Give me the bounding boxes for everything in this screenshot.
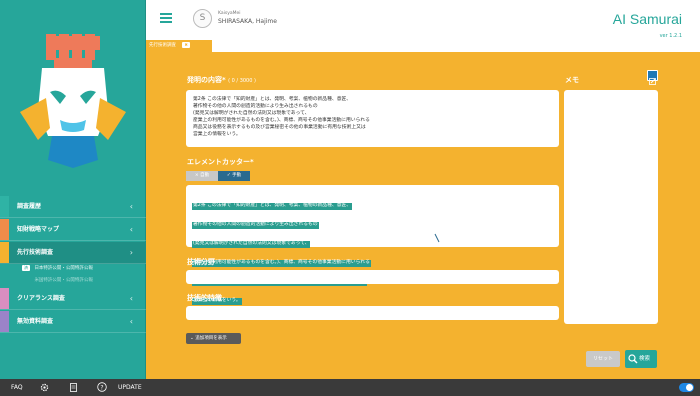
svg-text:?: ?	[100, 384, 103, 391]
tech-field-input[interactable]	[186, 270, 559, 284]
nav-color-strip	[0, 196, 9, 217]
search-icon	[628, 354, 638, 364]
invention-line: 著作物その他の人間の創造的活動により生み出されるもの	[193, 104, 318, 109]
chevron-left-icon: ‹	[129, 294, 133, 303]
chevron-left-icon: ‹	[129, 202, 133, 211]
highlighted-element[interactable]: (発見又は解明がされた自然の法則又は現象であって、	[192, 241, 311, 248]
sidebar-item-label: 調査履歴	[17, 203, 42, 210]
tab-label: 先行技術調査	[149, 43, 176, 48]
status-badge: 済	[22, 264, 30, 271]
memo-textarea[interactable]	[564, 90, 658, 324]
header: S KaisyaMei SHIRASAKA, Hajime AI Samurai…	[146, 0, 700, 40]
invention-label-text: 発明の内容*	[187, 76, 226, 84]
chevron-left-icon: ‹	[129, 225, 133, 234]
sidebar-item-clearance-search[interactable]: クリアランス調査 ‹	[0, 288, 146, 310]
app-version: ver 1.2.1	[659, 33, 682, 39]
highlighted-element[interactable]: 第2条 この法律で「知的財産」とは、発明、考案、植物の新品種、意匠、	[192, 203, 353, 210]
help-icon[interactable]: ?	[97, 379, 107, 396]
element-cutter-label: エレメントカッター*	[187, 158, 254, 166]
sidebar-item-label: クリアランス調査	[17, 295, 65, 302]
gear-icon[interactable]	[40, 379, 49, 396]
sidebar: 調査履歴 ‹ 知財戦略マップ ‹ 先行技術調査 › 済 日本特許公開・公開特許公…	[0, 0, 146, 379]
tab-prior-art-search[interactable]: 先行技術調査 ✖	[146, 40, 212, 52]
toggle-knob	[686, 384, 693, 391]
sub-item-us-patent[interactable]: 米国特許公開・公開特許公報	[0, 274, 146, 287]
cursor-icon	[434, 233, 440, 243]
sidebar-item-label: 無効資料調査	[17, 318, 54, 325]
tech-feature-input[interactable]	[186, 306, 559, 320]
chevron-left-icon: ‹	[129, 317, 133, 326]
invention-line: 産業上の利用可能性があるものを含む。)、商標、商号その他事業活動に用いられる	[193, 118, 370, 123]
memo-label: メモ	[565, 76, 579, 84]
invention-content-label: 発明の内容* ( 0 / 3000 )	[187, 75, 256, 85]
char-counter: ( 0 / 3000 )	[228, 78, 256, 84]
tech-feature-label: 技術的特徴	[187, 294, 222, 302]
invention-line: 営業上の情報をいう。	[193, 132, 241, 137]
document-icon[interactable]	[70, 379, 77, 396]
app-title: AI Samurai	[612, 11, 682, 27]
sub-item-label: 日本特許公開・公開特許公報	[34, 266, 93, 271]
tech-field-label: 技術分野	[187, 258, 215, 266]
manual-mode-button[interactable]: ✓ 手動	[218, 171, 250, 181]
edit-memo-icon[interactable]	[647, 70, 658, 85]
search-button-label: 検索	[639, 356, 651, 362]
faq-link[interactable]: FAQ	[11, 379, 23, 396]
invention-line: 第2条 この法律で「知的財産」とは、発明、考案、植物の新品種、意匠、	[193, 97, 352, 102]
sidebar-item-ip-strategy-map[interactable]: 知財戦略マップ ‹	[0, 219, 146, 241]
sidebar-item-invalidation-search[interactable]: 無効資料調査 ‹	[0, 311, 146, 333]
invention-line: 商品又は役務を表示するもの及び営業秘密その他の事業活動に有用な技術上又は	[193, 125, 366, 130]
sidebar-item-search-history[interactable]: 調査履歴 ‹	[0, 196, 146, 218]
nav-color-strip	[0, 288, 9, 309]
highlighted-element[interactable]: 著作物その他の人間の創造的活動により生み出されるもの	[192, 222, 319, 229]
close-icon[interactable]: ✖	[182, 41, 190, 48]
samurai-logo-icon	[20, 34, 126, 168]
search-button[interactable]: 検索	[625, 350, 657, 368]
invention-line: (発見又は解明がされた自然の法則又は現象であって、	[193, 111, 310, 116]
highlighted-element[interactable]: 産業上の利用可能性があるものを含む。)、商標、商号その他事業活動に用いられる	[192, 260, 371, 267]
hamburger-menu-icon[interactable]	[160, 13, 172, 23]
avatar[interactable]: S	[193, 9, 212, 28]
nav-color-strip	[0, 311, 9, 332]
user-organization: KaisyaMei	[218, 11, 241, 16]
nav-color-strip	[0, 219, 9, 240]
chevron-right-icon: ›	[129, 248, 133, 257]
invention-content-textarea[interactable]: 第2条 この法律で「知的財産」とは、発明、考案、植物の新品種、意匠、 著作物その…	[186, 90, 559, 147]
show-more-fields-button[interactable]: ⌄ 追加項目を表示	[186, 333, 241, 344]
tab-bar: 先行技術調査 ✖	[146, 40, 700, 52]
toggle-switch[interactable]	[679, 383, 694, 392]
samurai-logo	[0, 0, 146, 190]
footer: FAQ ? UPDATE	[0, 379, 700, 396]
main-panel: 発明の内容* ( 0 / 3000 ) 第2条 この法律で「知的財産」とは、発明…	[146, 52, 700, 379]
sidebar-item-label: 知財戦略マップ	[17, 226, 60, 233]
update-link[interactable]: UPDATE	[118, 379, 142, 396]
element-cutter-textarea[interactable]: 第2条 この法律で「知的財産」とは、発明、考案、植物の新品種、意匠、 著作物その…	[186, 185, 559, 305]
sub-item-label: 米国特許公開・公開特許公報	[34, 278, 93, 283]
auto-mode-button[interactable]: × 自動	[186, 171, 218, 181]
nav-color-strip	[0, 242, 9, 263]
sidebar-item-prior-art-search[interactable]: 先行技術調査 ›	[0, 242, 146, 264]
reset-button[interactable]: リセット	[586, 351, 620, 367]
sidebar-item-label: 先行技術調査	[17, 249, 54, 256]
user-name: SHIRASAKA, Hajime	[218, 18, 277, 25]
